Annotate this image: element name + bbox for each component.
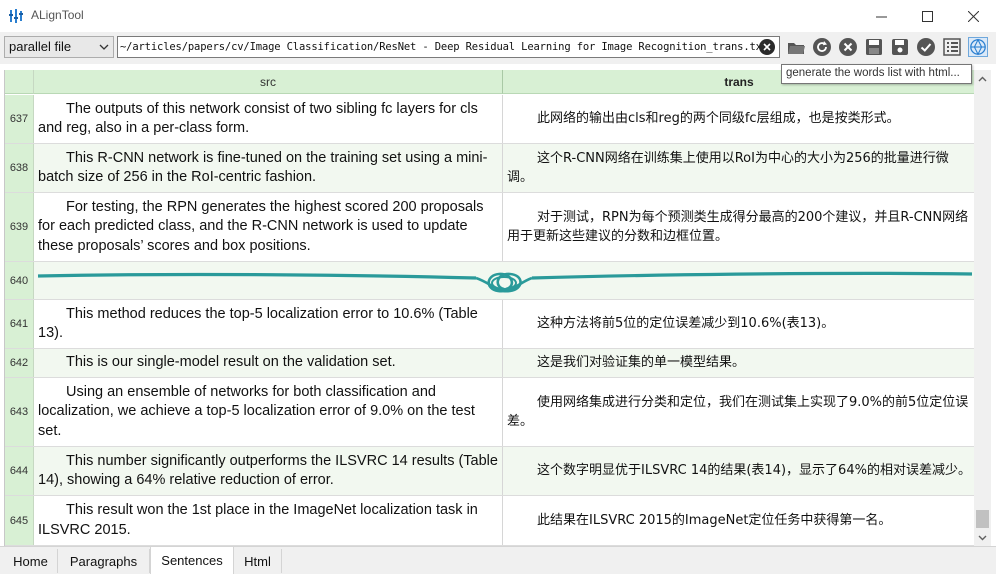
trans-cell[interactable]: 这是我们对验证集的单一模型结果。 [503,349,974,377]
mode-select-value: parallel file [9,39,72,54]
table-row[interactable]: 637 The outputs of this network consist … [5,95,974,144]
table-row-divider[interactable]: 640 [5,262,974,300]
word-list-button[interactable] [968,37,988,57]
row-number: 642 [5,349,34,377]
trans-text: 使用网络集成进行分类和定位，我们在测试集上实现了9.0%的前5位定位误差。 [507,394,969,430]
grid-corner-header [5,70,34,94]
trans-cell[interactable]: 此结果在ILSVRC 2015的ImageNet定位任务中获得第一名。 [503,496,974,545]
tab-sentences[interactable]: Sentences [150,547,234,574]
trans-text: 此网络的输出由cls和reg的两个同级fc层组成，也是按类形式。 [537,111,900,127]
table-row[interactable]: 642 This is our single-model result on t… [5,349,974,378]
refresh-button[interactable] [812,37,832,57]
tab-html[interactable]: Html [234,549,282,573]
src-cell[interactable]: The outputs of this network consist of t… [34,95,503,143]
table-row[interactable]: 641 This method reduces the top-5 locali… [5,300,974,349]
table-row[interactable]: 639 For testing, the RPN generates the h… [5,193,974,262]
vertical-scrollbar[interactable] [974,70,991,546]
table-row[interactable]: 638 This R-CNN network is fine-tuned on … [5,144,974,193]
row-number: 643 [5,378,34,446]
maximize-icon [921,10,933,22]
list-icon [943,38,961,56]
open-folder-button[interactable] [786,37,806,57]
src-cell[interactable]: This R-CNN network is fine-tuned on the … [34,144,503,192]
trans-text: 这是我们对验证集的单一模型结果。 [537,355,746,371]
row-number: 638 [5,144,34,192]
trans-text: 这个R-CNN网络在训练集上使用以RoI为中心的大小为256的批量进行微调。 [507,150,949,186]
trans-cell[interactable]: 使用网络集成进行分类和定位，我们在测试集上实现了9.0%的前5位定位误差。 [503,378,974,446]
close-icon [967,10,979,22]
src-cell[interactable]: For testing, the RPN generates the highe… [34,193,503,261]
scroll-up-button[interactable] [974,70,991,87]
trans-cell[interactable]: 这种方法将前5位的定位误差减少到10.6%(表13)。 [503,300,974,348]
close-circle-icon [839,38,857,56]
scroll-down-button[interactable] [974,529,991,546]
window-title: ALignTool [31,8,84,22]
app-logo-icon [9,9,23,23]
file-path-input[interactable]: ~/articles/papers/cv/Image Classificatio… [117,36,780,58]
row-number: 641 [5,300,34,348]
trans-text: 这个数字明显优于ILSVRC 14的结果(表14)，显示了64%的相对误差减少。 [537,463,971,479]
src-text: This is our single-model result on the v… [66,354,396,371]
tab-paragraphs[interactable]: Paragraphs [58,549,150,573]
minimize-button[interactable] [858,0,904,32]
refresh-icon [813,38,831,56]
sentence-grid: src trans 637 The outputs of this networ… [4,70,974,546]
list-button[interactable] [942,37,962,57]
tab-bar: Home Paragraphs Sentences Html [0,546,996,574]
row-number: 640 [5,262,34,299]
src-text: This number significantly outperforms th… [38,452,498,489]
trans-cell[interactable]: 对于测试，RPN为每个预测类生成得分最高的200个建议，并且R-CNN网络用于更… [503,193,974,261]
src-cell[interactable]: Using an ensemble of networks for both c… [34,378,503,446]
row-number: 644 [5,447,34,495]
confirm-button[interactable] [916,37,936,57]
file-path-text: ~/articles/papers/cv/Image Classificatio… [120,41,769,53]
maximize-button[interactable] [904,0,950,32]
trans-cell[interactable]: 这个数字明显优于ILSVRC 14的结果(表14)，显示了64%的相对误差减少。 [503,447,974,495]
toolbar: parallel file ~/articles/papers/cv/Image… [0,32,996,64]
check-icon [917,38,935,56]
mode-select[interactable]: parallel file [4,36,114,58]
scroll-up-icon [978,76,987,81]
trans-cell[interactable]: 此网络的输出由cls和reg的两个同级fc层组成，也是按类形式。 [503,95,974,143]
src-text: For testing, the RPN generates the highe… [38,198,484,254]
scroll-thumb[interactable] [976,510,989,528]
clear-icon [763,43,771,51]
close-file-button[interactable] [838,37,858,57]
save-as-icon [866,39,882,55]
src-text: This method reduces the top-5 localizati… [38,305,478,342]
src-text: Using an ensemble of networks for both c… [38,383,475,439]
tooltip: generate the words list with html... [781,64,972,84]
src-cell[interactable]: This number significantly outperforms th… [34,447,503,495]
close-button[interactable] [950,0,996,32]
section-divider-ornament [37,271,973,293]
word-list-icon [970,38,986,56]
row-number: 639 [5,193,34,261]
src-text: The outputs of this network consist of t… [38,100,478,137]
chevron-down-icon [99,44,109,50]
row-number: 637 [5,95,34,143]
scroll-down-icon [978,535,987,540]
table-row[interactable]: 643 Using an ensemble of networks for bo… [5,378,974,447]
table-row[interactable]: 644 This number significantly outperform… [5,447,974,496]
save-as-button[interactable] [864,37,884,57]
src-cell[interactable]: This is our single-model result on the v… [34,349,503,377]
save-button[interactable] [890,37,910,57]
folder-open-icon [788,43,805,54]
trans-text: 这种方法将前5位的定位误差减少到10.6%(表13)。 [537,316,835,332]
row-number: 645 [5,496,34,545]
minimize-icon [875,16,887,17]
save-icon [892,39,908,55]
table-row[interactable]: 645 This result won the 1st place in the… [5,496,974,546]
column-header-src[interactable]: src [34,70,503,94]
src-text: This result won the 1st place in the Ima… [38,502,478,538]
title-bar: ALignTool [0,0,996,32]
clear-path-button[interactable] [759,39,775,55]
trans-cell[interactable]: 这个R-CNN网络在训练集上使用以RoI为中心的大小为256的批量进行微调。 [503,144,974,192]
src-cell[interactable]: This method reduces the top-5 localizati… [34,300,503,348]
src-text: This R-CNN network is fine-tuned on the … [38,149,488,186]
trans-text: 此结果在ILSVRC 2015的ImageNet定位任务中获得第一名。 [537,512,892,528]
tab-home[interactable]: Home [4,549,58,573]
trans-text: 对于测试，RPN为每个预测类生成得分最高的200个建议，并且R-CNN网络用于更… [507,209,969,245]
src-cell[interactable]: This result won the 1st place in the Ima… [34,496,503,545]
